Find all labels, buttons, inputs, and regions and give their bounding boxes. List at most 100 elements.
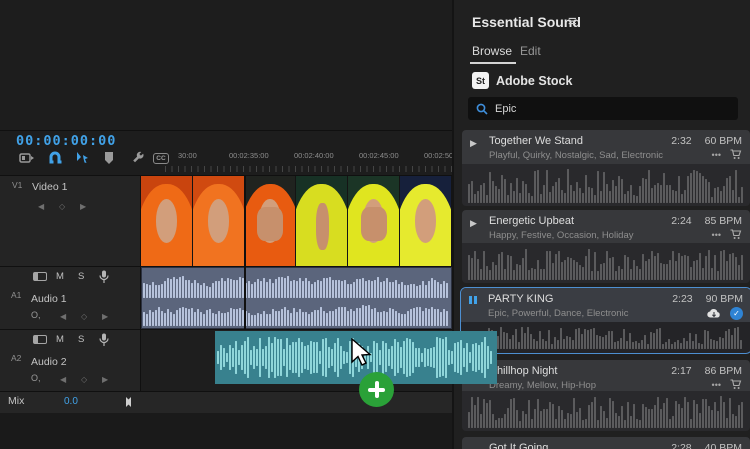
linked-selection-icon[interactable] <box>73 150 91 166</box>
cart-icon[interactable] <box>730 379 742 390</box>
play-icon[interactable] <box>470 442 482 445</box>
ruler-label: 00:02:40:00 <box>294 151 334 160</box>
track-tags: Dreamy, Mellow, Hip-Hop <box>489 380 664 391</box>
video-clip-thumbnail <box>193 176 245 266</box>
mix-volume-value[interactable]: 0.0 <box>64 396 78 407</box>
video-track-name: Video 1 <box>32 181 67 193</box>
ruler-label: 00:02:50:00 <box>424 151 452 160</box>
audio-track-name: Audio 1 <box>31 293 67 305</box>
selected-item-info[interactable]: PARTY KING Epic, Powerful, Dance, Electr… <box>461 288 750 322</box>
video-clip-thumbnail <box>245 176 297 266</box>
track-bpm: 60 BPM <box>705 135 742 147</box>
audio-stock-item-selected[interactable]: PARTY KING Epic, Powerful, Dance, Electr… <box>460 287 750 354</box>
video-clip-thumbnail <box>141 176 193 266</box>
ruler-label: 00:02:45:00 <box>359 151 399 160</box>
adobe-stock-label: Adobe Stock <box>496 74 572 88</box>
preview-waveform[interactable] <box>461 322 750 352</box>
prev-keyframe-icon[interactable]: ◀ <box>60 375 66 384</box>
track-bpm: 85 BPM <box>705 215 742 227</box>
nest-sequence-icon[interactable] <box>17 150 35 166</box>
panel-menu-icon[interactable]: ≡ <box>568 13 577 30</box>
active-tab-underline <box>470 62 516 64</box>
next-keyframe-icon[interactable]: ▶ <box>102 375 108 384</box>
next-keyframe-icon[interactable]: ▶ <box>102 312 108 321</box>
audio-track-id: A2 <box>11 353 21 363</box>
cart-icon[interactable] <box>730 229 742 240</box>
track-duration: 2:28 <box>671 442 691 449</box>
add-keyframe-icon[interactable]: ◇ <box>81 375 87 384</box>
mouse-cursor <box>350 338 374 373</box>
audio-track-id: A1 <box>11 290 21 300</box>
captions-icon[interactable]: CC <box>152 150 170 166</box>
more-options-icon[interactable]: ••• <box>712 380 721 390</box>
video-clip-track[interactable] <box>141 176 452 266</box>
timeline-settings-wrench-icon[interactable] <box>128 150 146 166</box>
video-clip-thumbnail <box>400 176 452 266</box>
video-clip-thumbnail <box>296 176 348 266</box>
ruler-label: 30:00 <box>178 151 197 160</box>
cart-icon[interactable] <box>730 149 742 160</box>
preview-waveform[interactable] <box>462 391 750 431</box>
next-keyframe-icon[interactable]: ▶ <box>80 202 86 211</box>
preview-waveform[interactable] <box>462 164 750 206</box>
timeline-empty-area <box>0 413 452 449</box>
search-icon <box>476 103 488 115</box>
solo-button[interactable]: S <box>78 271 84 282</box>
add-clip-plus-badge <box>359 372 394 407</box>
search-box[interactable] <box>468 97 738 120</box>
cloud-download-icon[interactable] <box>707 308 721 319</box>
playhead-timecode[interactable]: 00:00:00:00 <box>16 133 116 149</box>
tab-browse[interactable]: Browse <box>472 44 512 58</box>
add-marker-icon[interactable] <box>100 150 118 166</box>
tab-edit[interactable]: Edit <box>520 44 541 58</box>
timeline-ruler[interactable] <box>165 166 452 172</box>
search-input[interactable] <box>495 103 730 115</box>
track-tags: Happy, Festive, Occasion, Holiday <box>489 230 664 241</box>
more-options-icon[interactable]: ••• <box>712 230 721 240</box>
add-keyframe-icon[interactable]: ◇ <box>59 202 65 211</box>
track-tags: Epic, Powerful, Dance, Electronic <box>488 308 665 319</box>
more-options-icon[interactable]: ••• <box>712 150 721 160</box>
divider <box>0 130 452 131</box>
keyframe-icon[interactable]: O, <box>31 310 41 320</box>
audio-stock-item[interactable]: ▶ Together We Stand Playful, Quirky, Nos… <box>462 130 750 164</box>
voiceover-mic-icon[interactable] <box>99 333 109 352</box>
snap-magnet-icon[interactable] <box>46 150 64 166</box>
audio-waveform <box>143 298 450 326</box>
mute-button[interactable]: M <box>56 334 64 345</box>
track-title: Together We Stand <box>489 135 664 147</box>
voiceover-mic-icon[interactable] <box>99 270 109 289</box>
mute-button[interactable]: M <box>56 271 64 282</box>
audio-stock-item[interactable]: ▶ Chillhop Night Dreamy, Mellow, Hip-Hop… <box>462 360 750 391</box>
edit-cut-line <box>244 176 246 329</box>
preview-waveform[interactable] <box>462 243 750 283</box>
track-duration: 2:24 <box>671 215 691 227</box>
pause-icon[interactable] <box>469 293 481 304</box>
track-bpm: 40 BPM <box>705 442 742 449</box>
track-duration: 2:32 <box>671 135 691 147</box>
add-keyframe-icon[interactable]: ◇ <box>81 312 87 321</box>
solo-button[interactable]: S <box>78 334 84 345</box>
video-track-id: V1 <box>12 180 22 190</box>
track-tags: Playful, Quirky, Nostalgic, Sad, Electro… <box>489 150 664 161</box>
added-check-icon: ✓ <box>730 307 743 320</box>
ruler-label: 00:02:35:00 <box>229 151 269 160</box>
source-patch-icon[interactable] <box>33 335 47 344</box>
keyframe-icon[interactable]: O, <box>31 373 41 383</box>
audio-stock-item[interactable]: ▶ Energetic Upbeat Happy, Festive, Occas… <box>462 210 750 243</box>
prev-keyframe-icon[interactable]: ◀ <box>38 202 44 211</box>
play-icon[interactable]: ▶ <box>470 135 482 149</box>
track-duration: 2:17 <box>671 365 691 377</box>
track-bpm: 90 BPM <box>706 293 743 305</box>
track-title: Chillhop Night <box>489 365 664 377</box>
adobe-stock-badge: St <box>472 72 489 89</box>
audio-stock-item[interactable]: Got It Going 2:2840 BPM <box>462 437 750 449</box>
play-icon[interactable]: ▶ <box>470 215 482 229</box>
audio-clip[interactable] <box>141 267 452 329</box>
prev-keyframe-icon[interactable]: ◀ <box>60 312 66 321</box>
track-duration: 2:23 <box>672 293 692 305</box>
source-patch-icon[interactable] <box>33 272 47 281</box>
video-clip-thumbnail <box>348 176 400 266</box>
track-title: PARTY KING <box>488 293 665 305</box>
crossfade-icon[interactable] <box>126 397 136 407</box>
